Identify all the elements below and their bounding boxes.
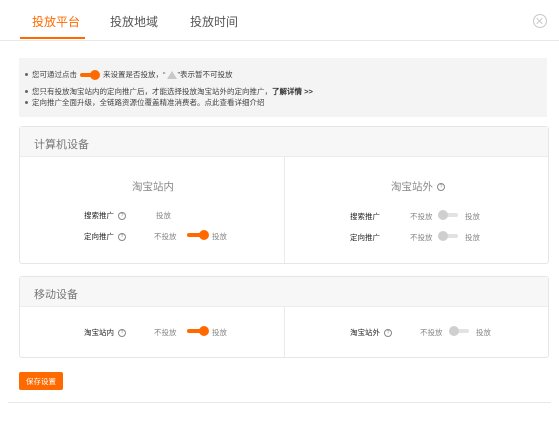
notice-line-1-suffix: 来设置是否投放，“ [103,70,166,79]
column-title-inside: 淘宝站内 [132,181,174,193]
toggle-switch-outside-search[interactable] [438,210,460,220]
notice-line-3: 定向推广全面升级，全链路资源位覆盖精准消费者。点此查看详细介绍 [25,97,265,108]
bullet-icon [25,90,28,93]
close-icon[interactable] [533,14,547,28]
notice-line-2-text: 您只有投放淘宝站内的定向推广后，才能选择投放淘宝站外的定向推广， [32,87,272,96]
toggle-switch-mobile-outside[interactable] [449,326,471,336]
off-label: 不投放 [154,328,177,337]
tab-platform[interactable]: 投放平台 [32,13,80,30]
off-label: 不投放 [420,328,443,337]
help-icon[interactable]: ? [118,329,126,338]
row-label-mobile-inside: 淘宝站内? [84,327,126,338]
footer-divider [8,402,551,403]
row-label-search: 搜索推广 [350,212,380,221]
help-icon[interactable]: ? [384,329,392,338]
warning-triangle-icon [166,70,177,79]
row-label-mobile-outside: 淘宝站外? [350,327,392,338]
save-settings-button[interactable]: 保存设置 [19,372,63,390]
row-label-targeted: 定向推广 [350,233,380,242]
mobile-devices-panel: 移动设备 淘宝站内? 不投放 投放 淘宝站外? 不投放 投放 [19,276,549,358]
tab-bar: 投放平台 投放地域 投放时间 [0,0,559,41]
on-label: 投放 [465,212,480,221]
notice-line-2: 您只有投放淘宝站内的定向推广后，才能选择投放淘宝站外的定向推广， 了解详情 >> [25,86,313,97]
tab-region[interactable]: 投放地域 [110,13,158,30]
active-tab-indicator [20,37,85,39]
row-label-search: 搜索推广? [84,210,126,221]
help-icon[interactable]: ? [118,233,126,242]
learn-more-link[interactable]: 了解详情 >> [272,86,313,97]
toggle-switch-mobile-inside[interactable] [187,326,209,336]
toggle-icon [80,69,100,80]
toggle-switch-outside-targeted[interactable] [438,231,460,241]
panel-title-mobile: 移动设备 [34,289,78,301]
toggle-switch-inside-targeted[interactable] [187,230,209,240]
on-label: 投放 [476,328,491,337]
tab-time[interactable]: 投放时间 [190,13,238,30]
panel-header: 移动设备 [20,277,548,307]
off-label: 不投放 [154,232,177,241]
notice-line-1-prefix: 您可通过点击 [32,70,77,79]
off-label: 不投放 [410,212,433,221]
search-status-text: 投放 [156,211,171,220]
computer-devices-panel: 计算机设备 淘宝站内 搜索推广? 投放 定向推广? 不投放 投放 淘宝站外? 搜… [19,126,549,264]
column-divider [284,157,285,263]
notice-box: 您可通过点击 来设置是否投放，“ ”表示暂不可投放 您只有投放淘宝站内的定向推广… [19,58,547,117]
notice-line-3-text[interactable]: 定向推广全面升级，全链路资源位覆盖精准消费者。点此查看详细介绍 [32,97,265,108]
notice-line-1: 您可通过点击 来设置是否投放，“ ”表示暂不可投放 [25,69,233,80]
help-icon[interactable]: ? [437,183,445,192]
panel-header: 计算机设备 [20,127,548,157]
on-label: 投放 [465,233,480,242]
on-label: 投放 [212,328,227,337]
notice-line-1-end: ”表示暂不可投放 [177,70,233,79]
bullet-icon [25,101,28,104]
column-divider [284,307,285,357]
bullet-icon [25,73,28,76]
column-title-outside: 淘宝站外? [391,179,445,194]
panel-title-computer: 计算机设备 [34,139,89,151]
row-label-targeted: 定向推广? [84,231,126,242]
off-label: 不投放 [410,233,433,242]
on-label: 投放 [212,232,227,241]
help-icon[interactable]: ? [118,212,126,221]
